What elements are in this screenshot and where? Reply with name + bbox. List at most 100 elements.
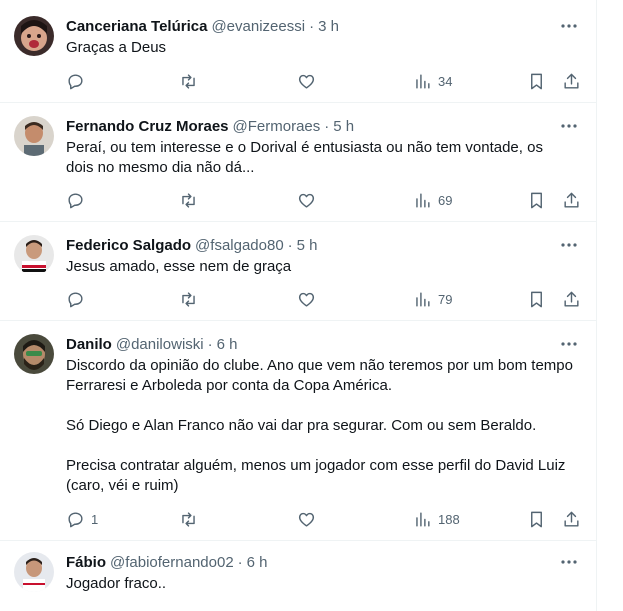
tweet[interactable]: Federico Salgado @fsalgado80 · 5 h Jesus… [0,222,596,321]
share-icon [564,511,579,527]
user-handle[interactable]: @danilowiski [116,336,204,353]
avatar[interactable] [14,16,54,56]
heart-icon [298,512,315,527]
share-icon [564,192,579,208]
share-button[interactable] [562,189,581,211]
tweet-paragraph: Peraí, ou tem interesse e o Dorival é en… [66,139,543,176]
tweet-paragraph: Precisa contratar alguém, menos um jogad… [66,457,566,494]
like-button[interactable] [297,189,316,211]
reply-button[interactable]: 1 [66,508,98,530]
user-handle[interactable]: @fabiofernando02 [110,554,234,571]
timestamp[interactable]: 5 h [333,118,354,135]
bookmark-icon [531,192,542,208]
more-options-button[interactable] [559,552,579,572]
retweet-icon [182,192,195,208]
view-count: 69 [438,192,453,208]
views-button[interactable]: 79 [413,288,452,310]
bookmark-button[interactable] [527,189,546,211]
heart-icon [298,292,315,307]
share-icon [564,291,579,307]
more-dots-icon [561,560,577,564]
tweet-text: Discordo da opinião do clube. Ano que ve… [66,356,578,496]
separator: · [309,17,315,35]
display-name[interactable]: Fernando Cruz Moraes [66,118,229,135]
action-bar: 69 [66,189,581,211]
separator: · [207,335,213,353]
retweet-icon [182,291,195,307]
avatar-photo-icon [14,334,54,374]
action-bar: 34 [66,70,581,92]
bookmark-button[interactable] [527,508,546,530]
timestamp[interactable]: 5 h [297,237,318,254]
tweet[interactable]: Fernando Cruz Moraes @Fermoraes · 5 h Pe… [0,103,596,222]
reply-icon [68,192,83,208]
separator: · [324,117,330,135]
reply-icon [68,291,83,307]
like-button[interactable] [297,288,316,310]
more-options-button[interactable] [559,334,579,354]
timestamp[interactable]: 6 h [247,554,268,571]
timeline: Canceriana Telúrica @evanizeessi · 3 h G… [0,0,597,611]
bookmark-icon [531,511,542,527]
tweet-text: Peraí, ou tem interesse e o Dorival é en… [66,138,566,178]
view-count: 34 [438,73,453,89]
action-bar: 1 188 [66,508,581,530]
reply-icon [68,73,83,89]
tweet-paragraph: Discordo da opinião do clube. Ano que ve… [66,357,573,394]
display-name[interactable]: Danilo [66,336,112,353]
views-button[interactable]: 34 [413,70,452,92]
user-handle[interactable]: @fsalgado80 [195,237,284,254]
action-bar: 79 [66,288,581,310]
more-options-button[interactable] [559,235,579,255]
avatar[interactable] [14,235,54,275]
retweet-button[interactable] [179,70,198,92]
timestamp[interactable]: 6 h [217,336,238,353]
tweet-paragraph: Só Diego e Alan Franco não vai dar pra s… [66,417,537,434]
avatar-face-icon [14,16,54,56]
more-options-button[interactable] [559,116,579,136]
tweet-paragraph: Graças a Deus [66,39,167,56]
bookmark-button[interactable] [527,288,546,310]
heart-icon [298,74,315,89]
avatar[interactable] [14,334,54,374]
views-button[interactable]: 69 [413,189,452,211]
user-handle[interactable]: @evanizeessi [211,18,305,35]
like-button[interactable] [297,508,316,530]
share-button[interactable] [562,508,581,530]
share-button[interactable] [562,288,581,310]
display-name[interactable]: Canceriana Telúrica [66,18,207,35]
tweet[interactable]: Danilo @danilowiski · 6 h Discordo da op… [0,321,596,541]
share-button[interactable] [562,70,581,92]
retweet-button[interactable] [179,288,198,310]
view-count: 188 [438,511,460,527]
tweet[interactable]: Canceriana Telúrica @evanizeessi · 3 h G… [0,0,596,103]
retweet-button[interactable] [179,189,198,211]
display-name[interactable]: Fábio [66,554,106,571]
reply-button[interactable] [66,189,91,211]
views-button[interactable]: 188 [413,508,460,530]
tweet-header: Fábio @fabiofernando02 · 6 h [66,552,268,572]
more-options-button[interactable] [559,16,579,36]
tweet-header: Federico Salgado @fsalgado80 · 5 h [66,235,318,255]
tweet-paragraph: Jogador fraco.. [66,575,167,592]
bookmark-button[interactable] [527,70,546,92]
avatar[interactable] [14,116,54,156]
analytics-icon [416,291,430,307]
like-button[interactable] [297,70,316,92]
share-icon [564,73,579,89]
reply-button[interactable] [66,70,91,92]
avatar[interactable] [14,552,54,592]
tweet-text: Jesus amado, esse nem de graça [66,257,566,277]
tweet[interactable]: Fábio @fabiofernando02 · 6 h Jogador fra… [0,541,596,611]
display-name[interactable]: Federico Salgado [66,237,191,254]
reply-button[interactable] [66,288,91,310]
timestamp[interactable]: 3 h [318,18,339,35]
retweet-button[interactable] [179,508,198,530]
retweet-icon [182,511,195,527]
avatar-photo-icon [14,116,54,156]
tweet-text: Jogador fraco.. [66,574,566,594]
heart-icon [298,193,315,208]
user-handle[interactable]: @Fermoraes [233,118,321,135]
avatar-photo-icon [14,552,54,592]
